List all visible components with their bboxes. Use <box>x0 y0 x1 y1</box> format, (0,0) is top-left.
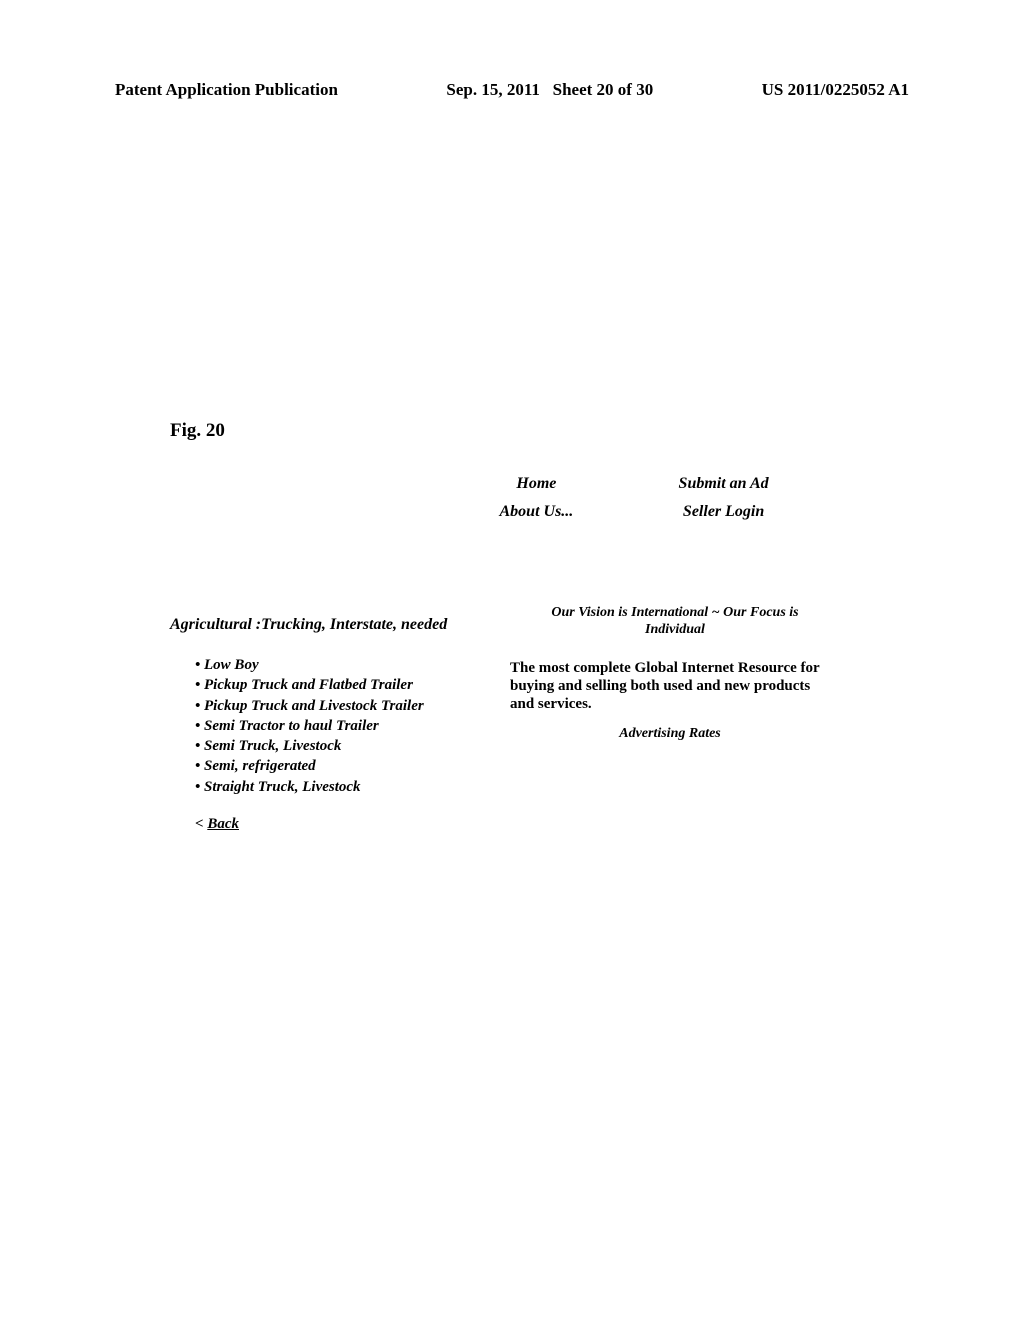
tagline: Our Vision is International ~ Our Focus … <box>520 605 830 639</box>
back-link[interactable]: < Back <box>195 816 239 833</box>
advertising-rates-link[interactable]: Advertising Rates <box>510 726 830 742</box>
list-item[interactable]: Pickup Truck and Flatbed Trailer <box>195 675 424 695</box>
back-label: Back <box>207 816 239 832</box>
list-item[interactable]: Semi, refrigerated <box>195 756 424 776</box>
back-prefix: < <box>195 816 207 832</box>
category-list: Low Boy Pickup Truck and Flatbed Trailer… <box>195 655 424 797</box>
nav-home[interactable]: Home <box>450 475 623 493</box>
list-item[interactable]: Straight Truck, Livestock <box>195 777 424 797</box>
nav-row-2: About Us... Seller Login <box>450 503 810 521</box>
page-header: Patent Application Publication Sep. 15, … <box>115 80 909 100</box>
header-date-sheet: Sep. 15, 2011 Sheet 20 of 30 <box>446 80 653 100</box>
site-description: The most complete Global Internet Resour… <box>510 659 830 713</box>
list-item[interactable]: Low Boy <box>195 655 424 675</box>
nav-submit-ad[interactable]: Submit an Ad <box>637 475 810 493</box>
nav-about-us[interactable]: About Us... <box>450 503 623 521</box>
nav-seller-login[interactable]: Seller Login <box>637 503 810 521</box>
list-item[interactable]: Semi Tractor to haul Trailer <box>195 716 424 736</box>
figure-label: Fig. 20 <box>170 420 225 442</box>
category-heading: Agricultural :Trucking, Interstate, need… <box>170 616 447 634</box>
header-publication-number: US 2011/0225052 A1 <box>762 80 909 100</box>
top-nav: Home Submit an Ad About Us... Seller Log… <box>450 475 810 531</box>
header-publication-label: Patent Application Publication <box>115 80 338 100</box>
list-item[interactable]: Pickup Truck and Livestock Trailer <box>195 696 424 716</box>
list-item[interactable]: Semi Truck, Livestock <box>195 736 424 756</box>
nav-row-1: Home Submit an Ad <box>450 475 810 493</box>
